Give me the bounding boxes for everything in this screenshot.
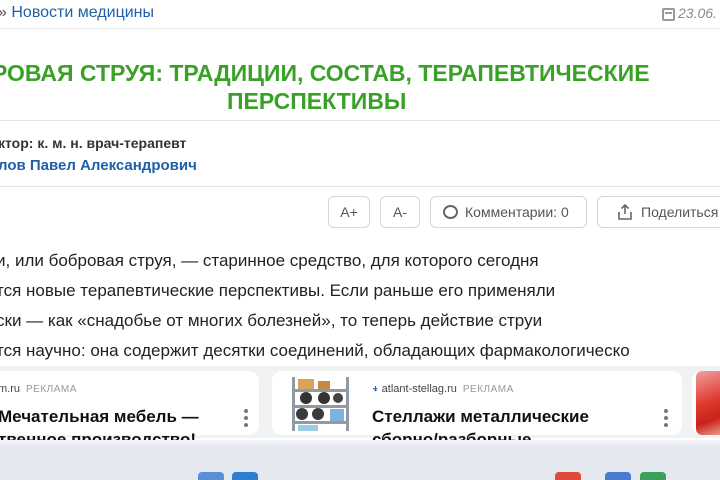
share-icon [618, 204, 632, 220]
ad-source: m.ru РЕКЛАМА [0, 383, 77, 395]
ad-source-domain: m.ru [0, 383, 20, 395]
shelf-product-image [292, 377, 349, 431]
taskbar-app-icon[interactable] [640, 472, 666, 480]
share-label: Поделиться [641, 204, 719, 220]
ad-headline-line: Стеллажи металлические [372, 407, 589, 426]
breadcrumb: » Новости медицины [0, 4, 154, 22]
author-name-link[interactable]: лов Павел Александрович [0, 157, 197, 174]
ad-source-domain: atlant-stellag.ru [381, 383, 457, 395]
publish-date: 23.06. [662, 5, 717, 21]
calendar-icon [662, 8, 675, 21]
ad-source: ⍖ atlant-stellag.ru РЕКЛАМА [372, 383, 514, 396]
font-decrease-button[interactable]: A- [380, 196, 420, 228]
breadcrumb-link-news[interactable]: Новости медицины [11, 4, 154, 21]
more-options-icon[interactable] [244, 409, 248, 430]
article-title-line1: РОВАЯ СТРУЯ: ТРАДИЦИИ, СОСТАВ, ТЕРАПЕВТИ… [0, 60, 650, 86]
ad-headline-line: Мечательная мебель — [0, 407, 199, 426]
more-options-icon[interactable] [664, 409, 668, 430]
article-line: тся научно: она содержит десятки соедине… [0, 341, 630, 360]
share-button[interactable]: Поделиться [597, 196, 720, 228]
article-title-line2: ПЕРСПЕКТИВЫ [227, 88, 407, 114]
ad-card[interactable]: m.ruРЕКЛАМА Мечательная мебель — твенное… [0, 371, 259, 449]
publish-date-text: 23.06. [678, 5, 717, 21]
ad-tag: РЕКЛАМА [26, 384, 77, 395]
article-body: и, или бобровая струя, — старинное средс… [0, 246, 630, 366]
taskbar-app-icon[interactable] [232, 472, 258, 480]
divider [0, 28, 720, 29]
taskbar-app-icon[interactable] [555, 472, 581, 480]
divider [0, 186, 720, 187]
breadcrumb-arrow: » [0, 4, 7, 21]
article-line: и, или бобровая струя, — старинное средс… [0, 251, 539, 270]
divider [0, 120, 720, 121]
article-line: тся новые терапевтические перспективы. Е… [0, 281, 556, 300]
ad-card[interactable] [692, 371, 720, 435]
ad-card[interactable]: ⍖ atlant-stellag.ru РЕКЛАМА Стеллажи мета… [272, 371, 682, 449]
taskbar-app-icon[interactable] [198, 472, 224, 480]
comments-label: Комментарии: 0 [465, 204, 569, 220]
article-line: ски — как «снадобье от многих болезней»,… [0, 311, 543, 330]
ad-strip: m.ruРЕКЛАМА Мечательная мебель — твенное… [0, 366, 720, 449]
ad-product-image [696, 371, 720, 435]
ad-source-icon: ⍖ [372, 383, 379, 395]
font-increase-button[interactable]: A+ [328, 196, 370, 228]
author-role: ктор: к. м. н. врач-терапевт [0, 135, 187, 151]
ad-tag: РЕКЛАМА [462, 384, 514, 395]
article-title: РОВАЯ СТРУЯ: ТРАДИЦИИ, СОСТАВ, ТЕРАПЕВТИ… [0, 59, 720, 115]
taskbar-app-icon[interactable] [605, 472, 631, 480]
comments-button[interactable]: Комментарии: 0 [430, 196, 587, 228]
comment-icon [443, 205, 458, 219]
taskbar-edge [0, 440, 720, 446]
